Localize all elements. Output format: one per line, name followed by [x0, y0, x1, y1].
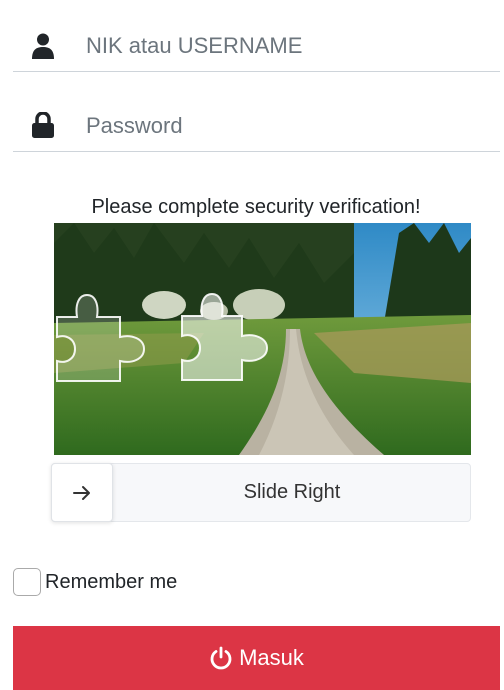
slider-handle[interactable] — [51, 463, 113, 522]
password-input[interactable] — [86, 90, 500, 162]
remember-checkbox[interactable] — [13, 568, 41, 596]
captcha-image — [54, 223, 471, 455]
remember-me: Remember me — [13, 568, 177, 596]
captcha-slider[interactable]: Slide Right — [51, 463, 471, 522]
lock-icon — [32, 112, 54, 138]
remember-label[interactable]: Remember me — [45, 571, 177, 594]
power-icon — [210, 646, 232, 670]
masuk-label: Masuk — [239, 645, 304, 670]
username-input[interactable] — [86, 10, 500, 82]
arrow-right-icon — [73, 485, 90, 500]
password-field — [13, 80, 500, 162]
user-icon — [32, 33, 54, 59]
masuk-button[interactable]: Masuk — [13, 626, 500, 690]
slider-label: Slide Right — [243, 481, 341, 503]
username-field — [13, 0, 500, 82]
captcha-message: Please complete security verification! — [91, 196, 421, 218]
